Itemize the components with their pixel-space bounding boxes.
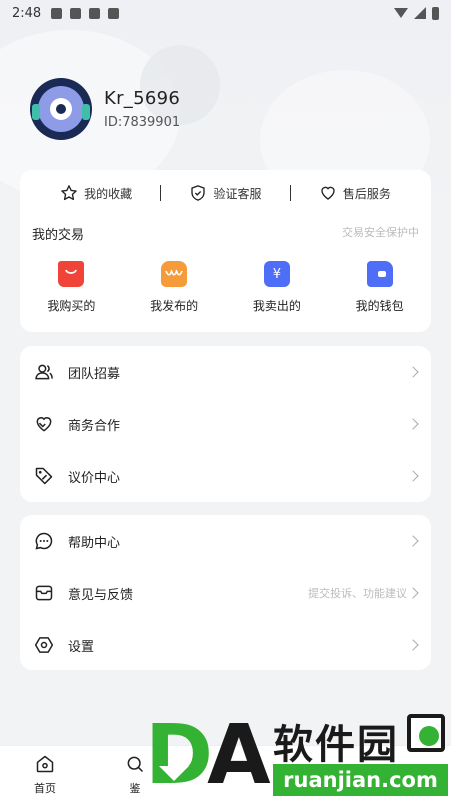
- notification-icon: [51, 7, 63, 19]
- menu-item-label: 帮助中心: [68, 535, 121, 551]
- status-time: 2:48: [12, 5, 42, 21]
- verify-service-link[interactable]: 验证客服: [161, 184, 289, 202]
- home-icon: [36, 755, 54, 772]
- handshake-heart-icon: [34, 414, 54, 434]
- tab-label: 鉴: [129, 781, 141, 795]
- feedback-box-icon: [34, 583, 54, 603]
- watermark-url: ruanjian.com: [273, 764, 448, 796]
- quick-access-card: 我的收藏 验证客服 售后服务 我的交易 交易安全保护中 我购买的 我发布的 ¥ …: [20, 170, 431, 332]
- search-icon: [127, 756, 144, 772]
- wallet-icon: [366, 261, 393, 287]
- menu-card-support: 帮助中心 意见与反馈 提交投诉、功能建议 设置: [20, 515, 431, 670]
- status-bar: 2:48: [0, 0, 451, 26]
- trade-item-sold[interactable]: ¥ 我卖出的: [226, 261, 329, 314]
- yuan-glyph: ¥: [272, 266, 282, 282]
- trade-item-bought[interactable]: 我购买的: [20, 261, 123, 314]
- watermark-cn-text: 软件园: [273, 722, 399, 768]
- yuan-icon: ¥: [263, 261, 290, 287]
- download-arrow-icon: [157, 748, 191, 788]
- store-icon: [161, 261, 188, 287]
- after-sales-label: 售后服务: [342, 186, 391, 201]
- shopping-bag-icon: [58, 261, 85, 287]
- watermark-badge-icon: [407, 714, 445, 752]
- chevron-right-icon: [407, 639, 419, 651]
- settings-hexagon-icon: [34, 635, 54, 655]
- menu-item-label: 团队招募: [68, 366, 121, 382]
- notification-icon: [89, 7, 101, 19]
- menu-item-business-coop[interactable]: 商务合作: [20, 398, 431, 450]
- chevron-right-icon: [407, 366, 419, 378]
- heart-icon: [321, 186, 335, 200]
- tab-home[interactable]: 首页: [0, 746, 90, 803]
- favorites-link[interactable]: 我的收藏: [32, 184, 160, 202]
- star-icon: [61, 185, 77, 201]
- trade-section-title: 我的交易: [32, 228, 85, 243]
- shield-icon: [108, 7, 120, 19]
- tab-label: 首页: [34, 781, 56, 795]
- menu-item-label: 商务合作: [68, 418, 121, 434]
- battery-icon: [432, 6, 439, 20]
- menu-item-label: 意见与反馈: [68, 587, 134, 603]
- trade-item-wallet[interactable]: 我的钱包: [328, 261, 431, 314]
- user-id: ID:7839901: [104, 115, 181, 130]
- chat-bubble-icon: [34, 531, 54, 551]
- chevron-right-icon: [407, 470, 419, 482]
- menu-item-team-recruit[interactable]: 团队招募: [20, 346, 431, 398]
- menu-card-business: 团队招募 商务合作 议价中心: [20, 346, 431, 502]
- wifi-icon: [394, 8, 408, 18]
- menu-item-help-center[interactable]: 帮助中心: [20, 515, 431, 567]
- menu-item-bargain-center[interactable]: 议价中心: [20, 450, 431, 502]
- verify-service-label: 验证客服: [213, 186, 262, 201]
- username: Kr_5696: [104, 88, 181, 109]
- trade-label: 我发布的: [150, 299, 199, 313]
- notification-icon: [70, 7, 82, 19]
- site-watermark: DA 软件园 ruanjian.com: [145, 708, 451, 803]
- avatar[interactable]: [30, 78, 92, 140]
- chevron-right-icon: [407, 587, 419, 599]
- menu-item-label: 设置: [68, 639, 95, 655]
- menu-item-settings[interactable]: 设置: [20, 619, 431, 671]
- chevron-right-icon: [407, 535, 419, 547]
- trade-security-note: 交易安全保护中: [342, 226, 419, 239]
- shield-check-icon: [191, 185, 206, 201]
- team-icon: [34, 362, 54, 382]
- signal-icon: [414, 7, 426, 19]
- price-tag-icon: [34, 466, 54, 486]
- chevron-right-icon: [407, 418, 419, 430]
- menu-item-feedback[interactable]: 意见与反馈 提交投诉、功能建议: [20, 567, 431, 619]
- trade-label: 我的钱包: [355, 299, 404, 313]
- after-sales-link[interactable]: 售后服务: [291, 184, 419, 202]
- menu-item-label: 议价中心: [68, 470, 121, 486]
- trade-label: 我购买的: [47, 299, 96, 313]
- profile-header[interactable]: Kr_5696 ID:7839901: [30, 78, 180, 140]
- feedback-hint: 提交投诉、功能建议: [308, 587, 407, 600]
- trade-item-published[interactable]: 我发布的: [123, 261, 226, 314]
- trade-label: 我卖出的: [252, 299, 301, 313]
- favorites-label: 我的收藏: [84, 186, 133, 201]
